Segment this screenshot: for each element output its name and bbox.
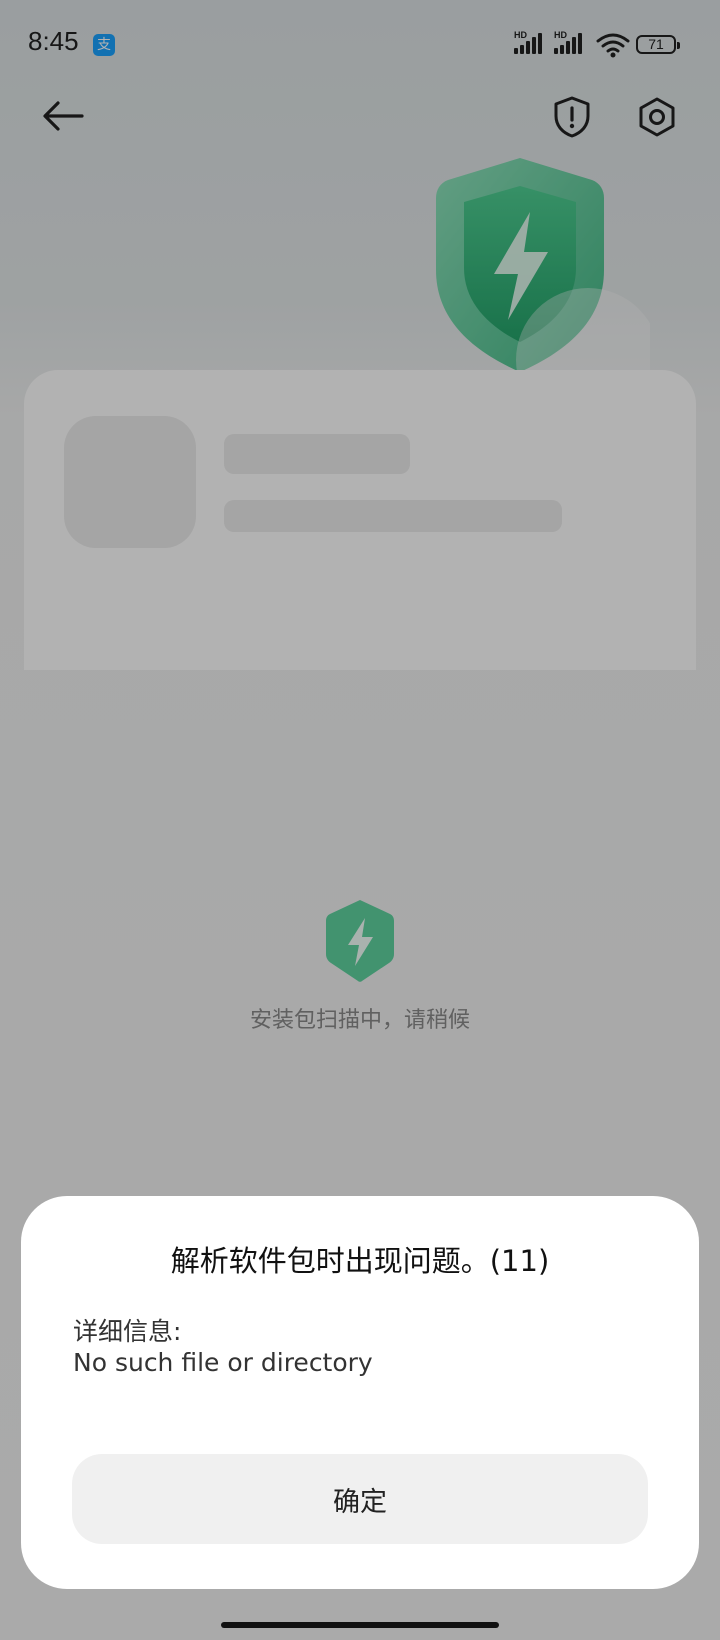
dialog-details-label: 详细信息: xyxy=(73,1317,182,1346)
confirm-button[interactable]: 确定 xyxy=(72,1454,648,1544)
home-indicator[interactable] xyxy=(221,1622,499,1628)
dialog-details-message: No such file or directory xyxy=(73,1348,373,1377)
error-dialog: 解析软件包时出现问题。(11) 详细信息: No such file or di… xyxy=(21,1196,699,1589)
dialog-title: 解析软件包时出现问题。(11) xyxy=(170,1244,550,1278)
